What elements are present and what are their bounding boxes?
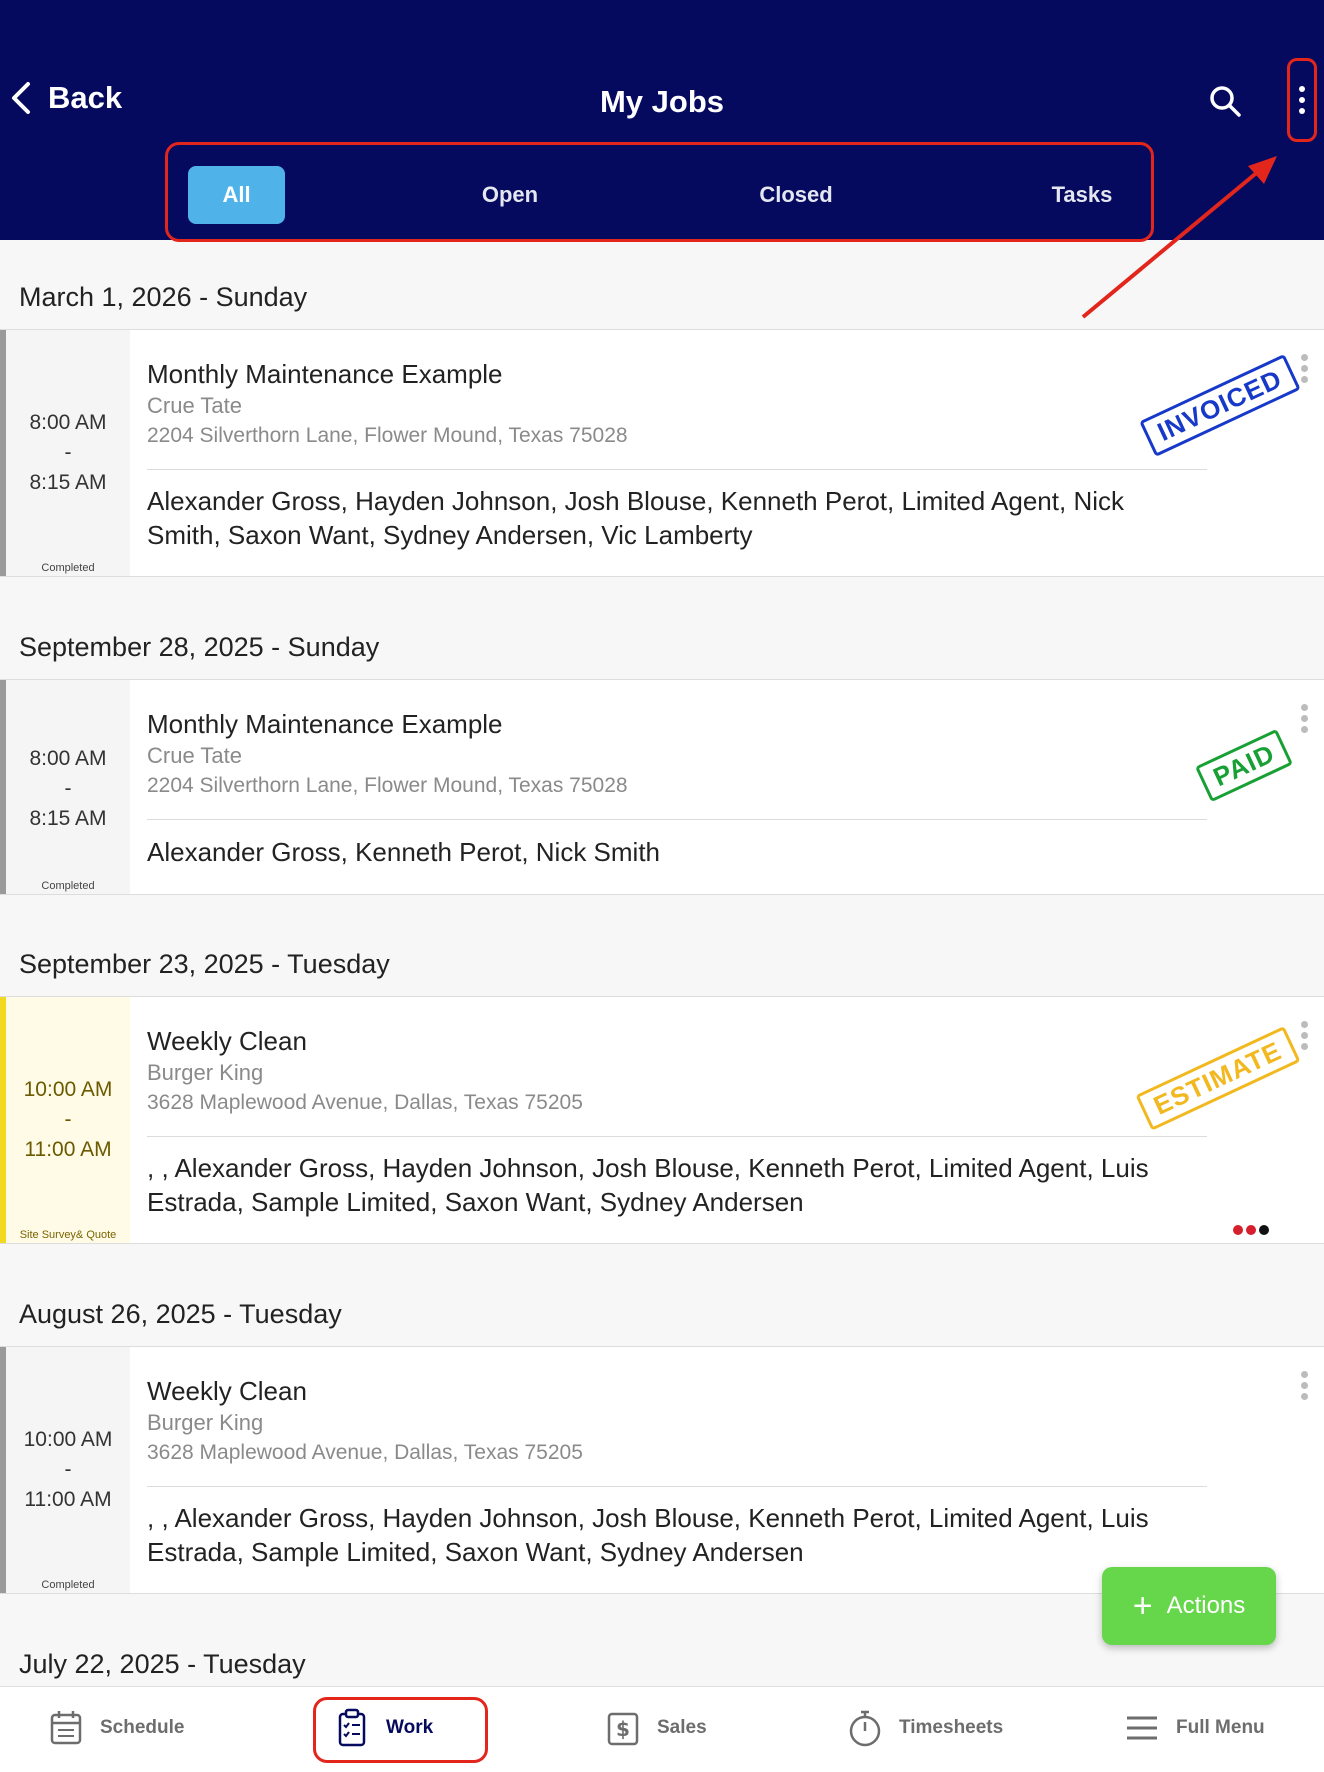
stopwatch-icon [849,1710,881,1747]
job-title: Weekly Clean [147,1026,307,1056]
card-menu-button[interactable] [1297,1021,1311,1050]
divider [147,1486,1207,1487]
status-dot [1246,1225,1256,1235]
divider [147,469,1207,470]
nav-label: Schedule [100,1717,185,1738]
page-title: My Jobs [599,84,725,119]
customer-name: Crue Tate [147,743,242,768]
job-card[interactable]: 10:00 AM - 11:00 AM Completed Weekly Cle… [0,1346,1324,1594]
customer-name: Burger King [147,1060,264,1085]
actions-label: Actions [1166,1592,1246,1619]
tabs-highlight-annotation [165,142,1154,242]
search-icon [1210,86,1241,117]
end-time: 11:00 AM [24,1138,112,1161]
nav-schedule[interactable]: Schedule [48,1705,184,1751]
search-button[interactable] [1208,84,1242,118]
time-separator: - [64,441,72,464]
date-header: July 22, 2025 - Tuesday [19,1649,306,1679]
start-time: 10:00 AM [23,1428,113,1451]
card-menu-button[interactable] [1297,354,1311,383]
job-card[interactable]: 8:00 AM - 8:15 AM Completed Monthly Main… [0,329,1324,577]
calendar-icon [50,1711,82,1745]
assigned-crew: , , Alexander Gross, Hayden Johnson, Jos… [147,1503,1149,1567]
time-column: 10:00 AM - 11:00 AM Completed [0,1347,130,1593]
more-options-button[interactable] [1287,58,1317,142]
date-header: August 26, 2025 - Tuesday [19,1299,342,1329]
work-highlight-annotation [313,1697,488,1763]
start-time: 8:00 AM [29,411,107,434]
time-column: 8:00 AM - 8:15 AM Completed [0,330,130,576]
job-status-label: Completed [41,1579,95,1591]
start-time: 10:00 AM [23,1078,113,1101]
job-status-label: Completed [41,562,95,574]
job-status-label: Site Survey& Quote [19,1229,117,1241]
tab-open[interactable]: Open [460,166,560,224]
card-menu-button[interactable] [1297,1371,1311,1400]
nav-label: Timesheets [899,1717,1004,1738]
status-dots [1233,1225,1269,1235]
assigned-crew: Alexander Gross, Kenneth Perot, Nick Smi… [147,837,661,867]
job-card[interactable]: 10:00 AM - 11:00 AM Site Survey& Quote W… [0,996,1324,1244]
divider [147,1136,1207,1137]
tab-all[interactable]: All [188,166,285,224]
job-card[interactable]: 8:00 AM - 8:15 AM Completed Monthly Main… [0,679,1324,895]
date-header: March 1, 2026 - Sunday [19,282,308,312]
estimate-stamp: ESTIMATE [1135,1026,1301,1131]
paid-stamp: PAID [1194,728,1294,803]
svg-text:$: $ [616,1717,630,1741]
job-address: 2204 Silverthorn Lane, Flower Mound, Tex… [147,424,628,447]
annotation-arrow [1081,156,1277,319]
tab-closed[interactable]: Closed [740,166,852,224]
status-dot [1259,1225,1269,1235]
date-header: September 28, 2025 - Sunday [19,632,380,662]
end-time: 8:15 AM [29,471,107,494]
time-separator: - [64,1458,72,1481]
assigned-crew: , , Alexander Gross, Hayden Johnson, Jos… [147,1153,1149,1217]
dollar-icon: $ [607,1712,639,1746]
customer-name: Burger King [147,1410,264,1435]
nav-timesheets[interactable]: Timesheets [847,1705,1003,1751]
nav-label: Full Menu [1176,1717,1265,1738]
nav-sales[interactable]: $ Sales [605,1705,707,1751]
end-time: 11:00 AM [24,1488,112,1511]
time-separator: - [64,777,72,800]
card-menu-button[interactable] [1297,704,1311,733]
customer-name: Crue Tate [147,393,242,418]
job-status-label: Completed [41,880,95,892]
date-header: September 23, 2025 - Tuesday [19,949,390,979]
job-title: Monthly Maintenance Example [147,359,503,389]
bottom-nav: Schedule Work $ Sales Timesheets Full Me… [0,1686,1324,1772]
invoiced-stamp: INVOICED [1139,354,1301,457]
actions-button[interactable]: + Actions [1102,1567,1276,1645]
time-column: 8:00 AM - 8:15 AM Completed [0,680,130,894]
status-dot [1233,1225,1243,1235]
assigned-crew: Alexander Gross, Hayden Johnson, Josh Bl… [147,486,1124,550]
start-time: 8:00 AM [29,747,107,770]
plus-icon: + [1132,1587,1153,1625]
end-time: 8:15 AM [29,807,107,830]
vertical-dots-icon [1299,86,1305,114]
job-title: Monthly Maintenance Example [147,709,503,739]
job-address: 3628 Maplewood Avenue, Dallas, Texas 752… [147,1441,583,1464]
hamburger-menu-icon [1127,1716,1157,1740]
divider [147,819,1207,820]
job-address: 2204 Silverthorn Lane, Flower Mound, Tex… [147,774,628,797]
time-column: 10:00 AM - 11:00 AM Site Survey& Quote [0,997,130,1243]
nav-label: Sales [657,1717,707,1738]
job-title: Weekly Clean [147,1376,307,1406]
nav-full-menu[interactable]: Full Menu [1124,1705,1265,1751]
job-address: 3628 Maplewood Avenue, Dallas, Texas 752… [147,1091,583,1114]
time-separator: - [64,1108,72,1131]
